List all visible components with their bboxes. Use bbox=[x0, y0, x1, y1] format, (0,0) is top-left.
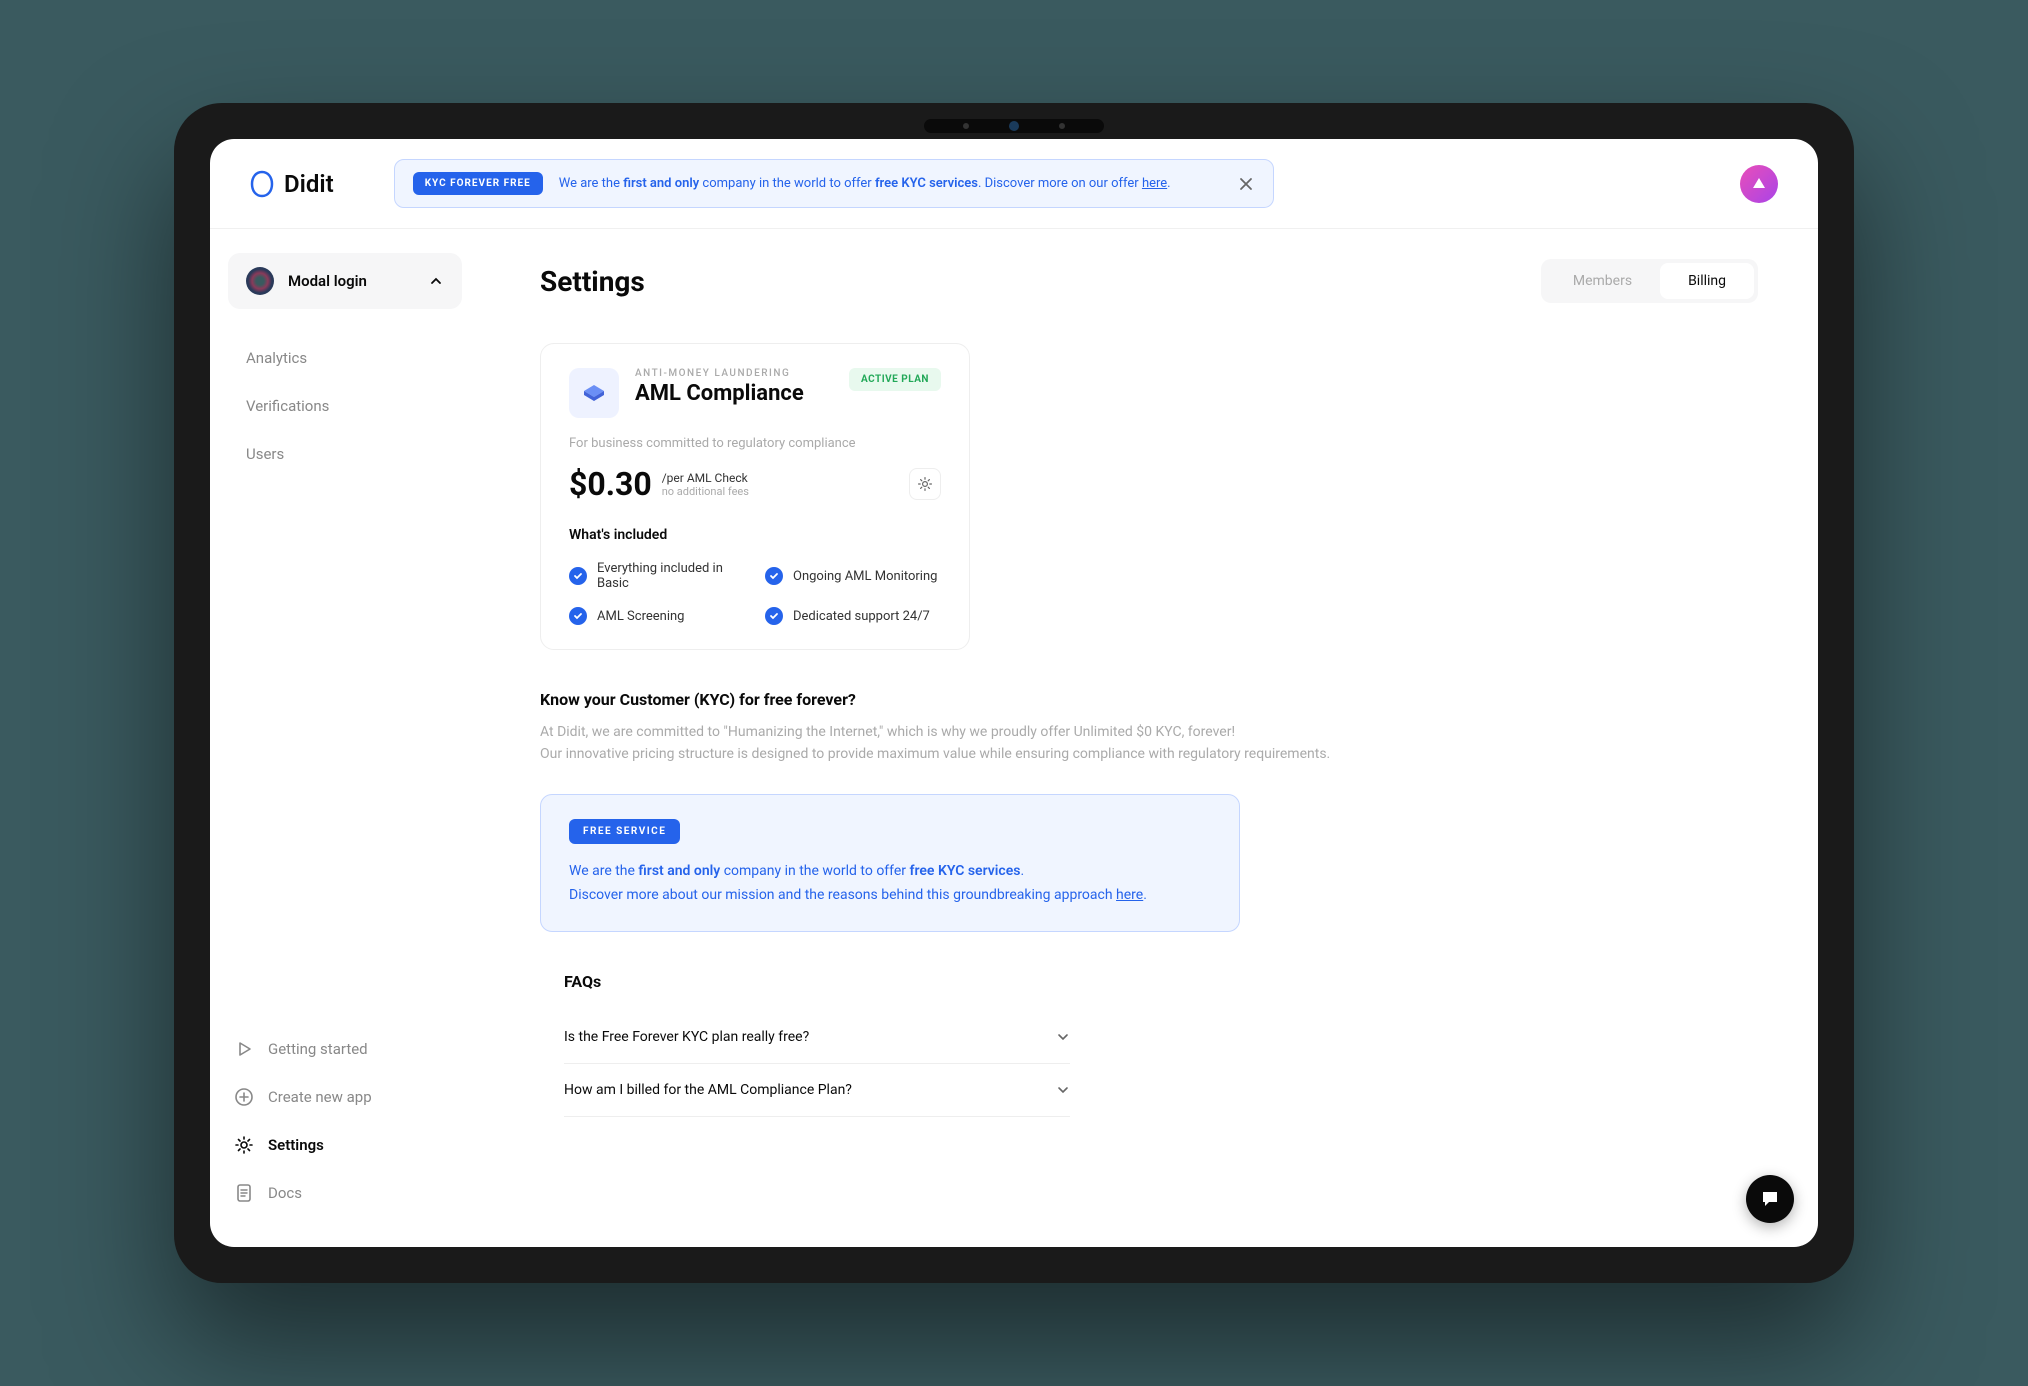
nav-item-verifications[interactable]: Verifications bbox=[240, 387, 450, 425]
faq-item[interactable]: Is the Free Forever KYC plan really free… bbox=[564, 1011, 1070, 1064]
kyc-title: Know your Customer (KYC) for free foreve… bbox=[540, 690, 1370, 709]
main-content: Settings Members Billing ANTI-MONEY LAUN… bbox=[480, 229, 1818, 1247]
check-icon bbox=[569, 567, 587, 585]
brand-logo[interactable]: Didit bbox=[250, 170, 334, 198]
gear-icon bbox=[234, 1135, 254, 1155]
banner-link[interactable]: here bbox=[1142, 176, 1167, 191]
kyc-section: Know your Customer (KYC) for free foreve… bbox=[540, 690, 1370, 766]
screen: Didit KYC FOREVER FREE We are the first … bbox=[210, 139, 1818, 1247]
plan-status-badge: ACTIVE PLAN bbox=[849, 368, 941, 391]
play-icon bbox=[234, 1039, 254, 1059]
plan-icon bbox=[569, 368, 619, 418]
plan-eyebrow: ANTI-MONEY LAUNDERING bbox=[635, 368, 833, 379]
workspace-icon bbox=[246, 267, 274, 295]
faq-item[interactable]: How am I billed for the AML Compliance P… bbox=[564, 1064, 1070, 1117]
gear-icon bbox=[917, 476, 933, 492]
page-header: Settings Members Billing bbox=[540, 259, 1758, 303]
plus-circle-icon bbox=[234, 1087, 254, 1107]
chevron-up-icon bbox=[428, 273, 444, 289]
free-banner-link[interactable]: here bbox=[1116, 887, 1143, 903]
tablet-frame: Didit KYC FOREVER FREE We are the first … bbox=[174, 103, 1854, 1283]
plan-price-unit: /per AML Check bbox=[662, 471, 749, 485]
nav-list: Analytics Verifications Users bbox=[228, 339, 462, 473]
brand-name: Didit bbox=[284, 170, 334, 198]
check-icon bbox=[569, 607, 587, 625]
feature-item: Dedicated support 24/7 bbox=[765, 607, 941, 625]
plan-price-note: no additional fees bbox=[662, 485, 749, 498]
chat-icon bbox=[1759, 1188, 1781, 1210]
nav-docs[interactable]: Docs bbox=[228, 1173, 462, 1213]
tab-members[interactable]: Members bbox=[1545, 263, 1660, 299]
banner-badge: KYC FOREVER FREE bbox=[413, 172, 543, 195]
plan-description: For business committed to regulatory com… bbox=[569, 436, 941, 451]
included-title: What's included bbox=[569, 527, 941, 543]
sidebar: Modal login Analytics Verifications User… bbox=[210, 229, 480, 1247]
workspace-name: Modal login bbox=[288, 272, 414, 290]
plan-name: AML Compliance bbox=[635, 381, 833, 406]
nav-getting-started[interactable]: Getting started bbox=[228, 1029, 462, 1069]
nav-item-users[interactable]: Users bbox=[240, 435, 450, 473]
free-service-banner: FREE SERVICE We are the first and only c… bbox=[540, 794, 1240, 933]
plan-features: Everything included in Basic Ongoing AML… bbox=[569, 561, 941, 625]
plan-card: ANTI-MONEY LAUNDERING AML Compliance ACT… bbox=[540, 343, 970, 650]
feature-item: AML Screening bbox=[569, 607, 745, 625]
chevron-down-icon bbox=[1056, 1083, 1070, 1097]
faq-question: How am I billed for the AML Compliance P… bbox=[564, 1082, 852, 1098]
page-title: Settings bbox=[540, 265, 645, 298]
chevron-down-icon bbox=[1056, 1030, 1070, 1044]
header: Didit KYC FOREVER FREE We are the first … bbox=[210, 139, 1818, 229]
tablet-notch bbox=[924, 119, 1104, 133]
banner-text: We are the first and only company in the… bbox=[559, 176, 1171, 191]
avatar[interactable] bbox=[1740, 165, 1778, 203]
kyc-paragraph: At Didit, we are committed to "Humanizin… bbox=[540, 721, 1370, 766]
workspace-selector[interactable]: Modal login bbox=[228, 253, 462, 309]
free-badge: FREE SERVICE bbox=[569, 819, 680, 844]
faq-section: FAQs Is the Free Forever KYC plan really… bbox=[540, 972, 1070, 1117]
nav-settings[interactable]: Settings bbox=[228, 1125, 462, 1165]
plan-settings-button[interactable] bbox=[909, 468, 941, 500]
didit-logo-icon bbox=[250, 170, 274, 198]
avatar-icon bbox=[1751, 176, 1767, 192]
tab-group: Members Billing bbox=[1541, 259, 1758, 303]
faq-question: Is the Free Forever KYC plan really free… bbox=[564, 1029, 809, 1045]
document-icon bbox=[234, 1183, 254, 1203]
faq-title: FAQs bbox=[564, 972, 1070, 991]
check-icon bbox=[765, 607, 783, 625]
free-banner-text: We are the first and only company in the… bbox=[569, 860, 1211, 908]
nav-item-analytics[interactable]: Analytics bbox=[240, 339, 450, 377]
plan-price: $0.30 bbox=[569, 465, 652, 503]
sidebar-bottom: Getting started Create new app Settings … bbox=[228, 1029, 462, 1223]
nav-create-app[interactable]: Create new app bbox=[228, 1077, 462, 1117]
check-icon bbox=[765, 567, 783, 585]
tab-billing[interactable]: Billing bbox=[1660, 263, 1754, 299]
feature-item: Everything included in Basic bbox=[569, 561, 745, 591]
top-banner: KYC FOREVER FREE We are the first and on… bbox=[394, 159, 1274, 208]
feature-item: Ongoing AML Monitoring bbox=[765, 561, 941, 591]
close-icon[interactable] bbox=[1237, 175, 1255, 193]
help-fab[interactable] bbox=[1746, 1175, 1794, 1223]
